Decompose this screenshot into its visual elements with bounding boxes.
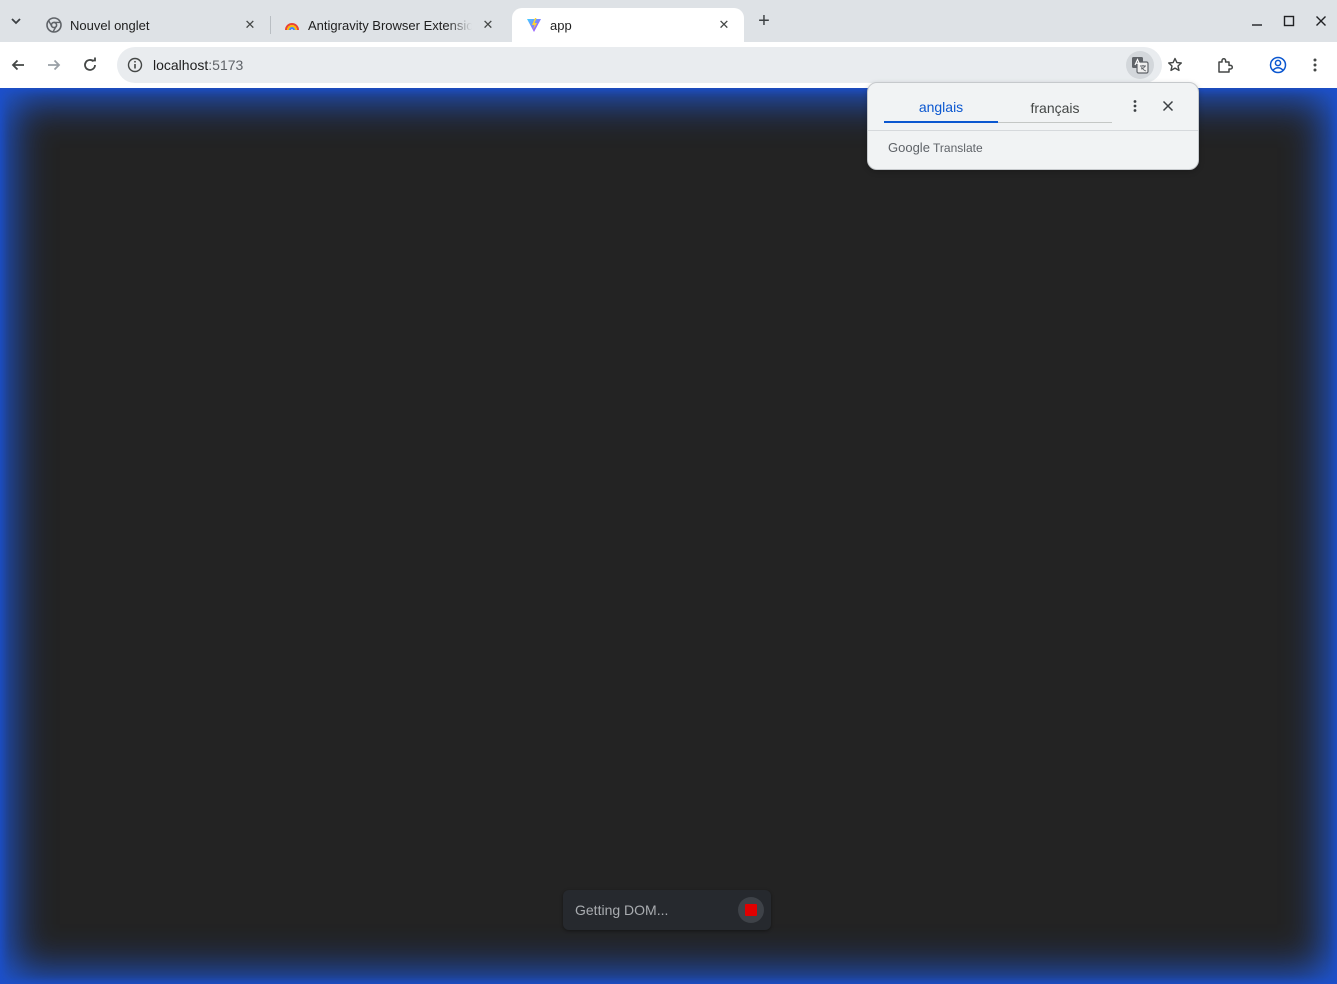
- extensions-icon[interactable]: [1211, 51, 1239, 79]
- stop-button[interactable]: [738, 897, 764, 923]
- minimize-icon[interactable]: [1245, 9, 1269, 33]
- tab-title: app: [550, 17, 572, 33]
- address-bar[interactable]: localhost:5173: [117, 47, 1162, 83]
- status-text: Getting DOM...: [575, 902, 669, 918]
- tab-title: Antigravity Browser Extensio: [308, 17, 472, 33]
- tab-strip: Nouvel onglet ✕ Antigravity Browser Exte…: [0, 0, 1337, 42]
- forward-icon[interactable]: [40, 51, 68, 79]
- google-translate-brand: Google Translate: [888, 140, 983, 155]
- more-options-icon[interactable]: [1124, 95, 1146, 117]
- translate-popup: anglais français Google Translate: [867, 82, 1199, 170]
- tab-close-icon[interactable]: ✕: [240, 15, 260, 35]
- language-tab-source[interactable]: anglais: [884, 93, 998, 123]
- maximize-icon[interactable]: [1277, 9, 1301, 33]
- profile-icon[interactable]: [1264, 51, 1292, 79]
- tab-close-icon[interactable]: ✕: [714, 15, 734, 35]
- stop-icon: [745, 904, 757, 916]
- reload-icon[interactable]: [76, 51, 104, 79]
- brand-google: Google: [888, 140, 930, 155]
- tab-antigravity[interactable]: Antigravity Browser Extensio ✕: [270, 8, 508, 42]
- tab-title: Nouvel onglet: [70, 17, 150, 33]
- vite-icon: [526, 17, 542, 33]
- url-host: localhost: [153, 57, 209, 73]
- url-port: :5173: [208, 57, 244, 73]
- chrome-icon: [46, 17, 62, 33]
- new-tab-button[interactable]: +: [752, 9, 776, 33]
- chevron-down-icon: [11, 18, 21, 25]
- browser-menu-icon[interactable]: [1301, 51, 1329, 79]
- back-icon[interactable]: [4, 51, 32, 79]
- bookmark-star-icon[interactable]: [1161, 51, 1189, 79]
- divider: [868, 130, 1198, 131]
- agent-status-pill: Getting DOM...: [563, 890, 771, 930]
- site-info-icon[interactable]: [121, 51, 149, 79]
- rainbow-icon: [284, 17, 300, 33]
- tab-new-tab[interactable]: Nouvel onglet ✕: [32, 8, 270, 42]
- tab-close-icon[interactable]: ✕: [478, 15, 498, 35]
- tab-app[interactable]: app ✕: [512, 8, 744, 42]
- brand-translate: Translate: [933, 141, 983, 155]
- language-tab-target[interactable]: français: [998, 93, 1112, 123]
- translate-icon[interactable]: [1126, 51, 1154, 79]
- tab-search-button[interactable]: [4, 9, 28, 33]
- url-text: localhost:5173: [153, 57, 243, 73]
- close-window-icon[interactable]: [1309, 9, 1333, 33]
- close-icon[interactable]: [1157, 95, 1179, 117]
- page-viewport: Getting DOM...: [0, 88, 1337, 984]
